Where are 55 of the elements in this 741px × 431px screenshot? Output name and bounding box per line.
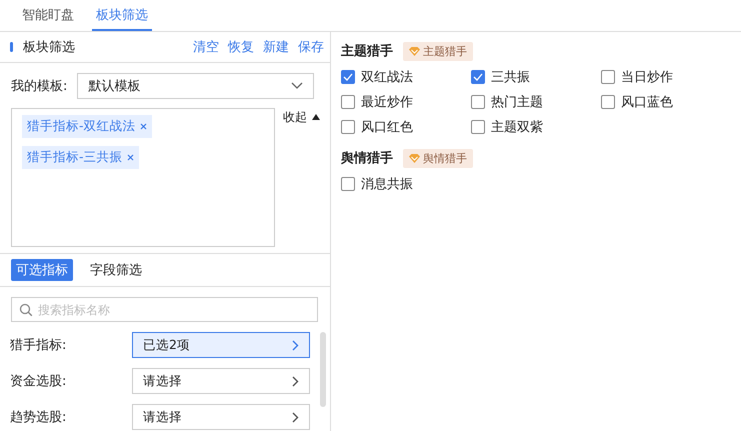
action-link[interactable]: 清空 xyxy=(193,38,219,56)
tag[interactable]: 猎手指标-三共振 xyxy=(22,146,139,169)
checkbox-label: 消息共振 xyxy=(361,176,413,192)
scrollbar[interactable] xyxy=(320,332,326,407)
diamond-icon xyxy=(409,154,420,162)
checkbox-label: 风口红色 xyxy=(361,118,413,136)
template-dropdown[interactable]: 默认模板 xyxy=(77,73,314,99)
panel-title: 板块筛选 xyxy=(23,39,76,56)
selector-field[interactable]: 请选择 xyxy=(132,368,310,394)
checkbox-label: 当日炒作 xyxy=(621,68,673,86)
search-icon xyxy=(19,303,33,317)
tab[interactable]: 板块筛选 xyxy=(92,1,152,31)
collapse-button[interactable]: 收起 xyxy=(283,108,320,126)
selector-label: 资金选股: xyxy=(10,373,68,390)
selector-label: 趋势选股: xyxy=(10,409,68,426)
action-link[interactable]: 恢复 xyxy=(228,38,254,56)
checkbox[interactable] xyxy=(471,70,485,84)
selector-label: 猎手指标: xyxy=(10,337,68,354)
checkbox-label: 三共振 xyxy=(491,68,530,86)
selector-field[interactable]: 请选择 xyxy=(132,404,310,430)
chevron-down-icon xyxy=(291,82,303,90)
checkbox[interactable] xyxy=(601,70,615,84)
checkbox[interactable] xyxy=(471,120,485,134)
checkbox-label: 主题双紫 xyxy=(491,118,543,136)
chevron-right-icon xyxy=(292,340,299,350)
triangle-up-icon xyxy=(312,114,320,120)
sub-tab[interactable]: 字段筛选 xyxy=(85,259,147,281)
chevron-right-icon xyxy=(292,412,299,422)
badge: 主题猎手 xyxy=(403,42,473,60)
checkbox-label: 热门主题 xyxy=(491,94,543,110)
action-link[interactable]: 保存 xyxy=(298,38,324,56)
checkbox[interactable] xyxy=(341,176,355,190)
search-field[interactable]: 搜索指标名称 xyxy=(11,297,318,322)
close-icon[interactable] xyxy=(126,154,134,161)
section-title: 舆情猎手 xyxy=(341,150,393,167)
action-link[interactable]: 新建 xyxy=(263,38,289,56)
diamond-icon xyxy=(409,46,420,56)
checkbox-label: 最近炒作 xyxy=(361,94,413,110)
tab[interactable]: 智能盯盘 xyxy=(18,1,78,31)
close-icon[interactable] xyxy=(140,123,147,130)
checkbox[interactable] xyxy=(471,94,485,108)
chevron-right-icon xyxy=(292,376,299,386)
checkbox-label: 双红战法 xyxy=(361,68,413,86)
checkbox-label: 风口蓝色 xyxy=(621,94,673,110)
accent-bar xyxy=(10,42,13,52)
sub-tab[interactable]: 可选指标 xyxy=(11,259,73,281)
badge: 舆情猎手 xyxy=(403,148,473,168)
section-title: 主题猎手 xyxy=(341,42,393,60)
selector-field[interactable]: 已选2项 xyxy=(132,332,310,358)
template-label: 我的模板: xyxy=(11,78,68,95)
checkbox[interactable] xyxy=(341,120,355,134)
checkbox[interactable] xyxy=(341,94,355,108)
checkbox[interactable] xyxy=(601,94,615,108)
checkbox[interactable] xyxy=(341,70,355,84)
tag[interactable]: 猎手指标-双红战法 xyxy=(22,115,152,138)
